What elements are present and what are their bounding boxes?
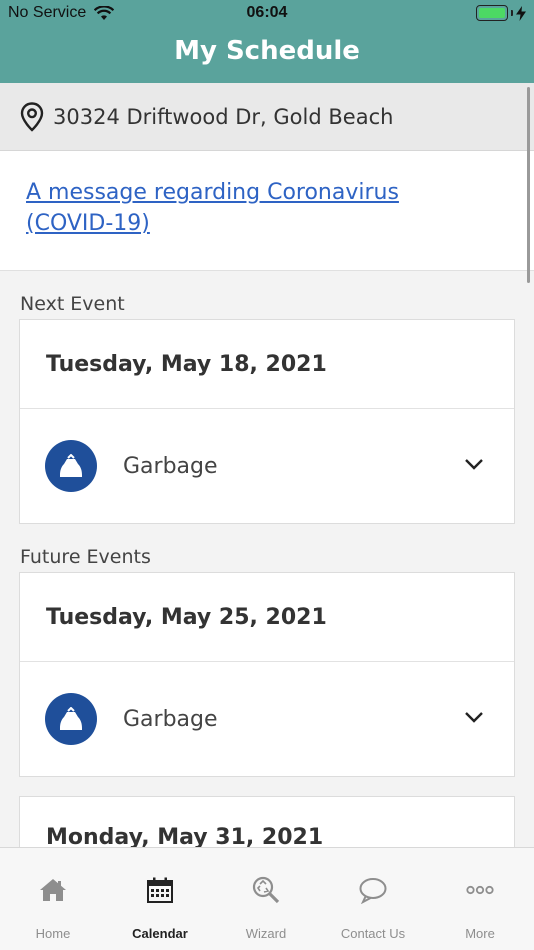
event-date: Tuesday, May 25, 2021: [20, 573, 514, 662]
chevron-down-icon[interactable]: [464, 710, 484, 724]
recycle-search-icon: [252, 876, 280, 904]
event-type: Garbage: [123, 706, 218, 732]
future-event-card: Tuesday, May 25, 2021 Garbage: [19, 572, 515, 777]
chevron-down-icon[interactable]: [464, 457, 484, 471]
calendar-icon: [147, 877, 173, 903]
address-bar[interactable]: 30324 Driftwood Dr, Gold Beach: [0, 83, 534, 151]
charging-bolt-icon: [516, 5, 526, 21]
scrollbar[interactable]: [527, 87, 530, 283]
covid-message-link[interactable]: A message regarding Coronavirus (COVID-1…: [26, 177, 426, 239]
status-time: 06:04: [246, 4, 288, 21]
location-pin-icon: [20, 101, 44, 132]
event-date: Tuesday, May 18, 2021: [20, 320, 514, 409]
next-event-card: Tuesday, May 18, 2021 Garbage: [19, 319, 515, 524]
event-row[interactable]: Garbage: [20, 409, 514, 523]
tab-label: Calendar: [132, 926, 188, 941]
tab-bar: Home Calendar Wizard Contact Us More: [0, 847, 534, 950]
next-event-label: Next Event: [20, 293, 125, 315]
tab-label: Home: [35, 926, 71, 941]
chat-bubble-icon: [359, 878, 387, 904]
garbage-bag-icon: [45, 693, 97, 745]
tab-label: Wizard: [245, 926, 287, 941]
address-text: 30324 Driftwood Dr, Gold Beach: [53, 104, 394, 129]
home-icon: [40, 879, 66, 901]
message-panel: A message regarding Coronavirus (COVID-1…: [0, 151, 534, 271]
app-header: No Service 06:04 My Schedule: [0, 0, 534, 83]
event-type: Garbage: [123, 453, 218, 479]
tab-contact-us[interactable]: Contact Us: [320, 848, 426, 950]
status-bar: No Service 06:04: [0, 0, 534, 28]
tab-home[interactable]: Home: [0, 848, 106, 950]
page-title: My Schedule: [174, 36, 360, 66]
tab-more[interactable]: More: [427, 848, 533, 950]
future-events-label: Future Events: [20, 546, 151, 568]
tab-label: Contact Us: [340, 926, 406, 941]
battery-icon: [476, 5, 526, 21]
tab-calendar[interactable]: Calendar: [107, 848, 213, 950]
tab-wizard[interactable]: Wizard: [213, 848, 319, 950]
tab-label: More: [465, 926, 495, 941]
garbage-bag-icon: [45, 440, 97, 492]
more-dots-icon: [466, 885, 494, 895]
event-row[interactable]: Garbage: [20, 662, 514, 776]
